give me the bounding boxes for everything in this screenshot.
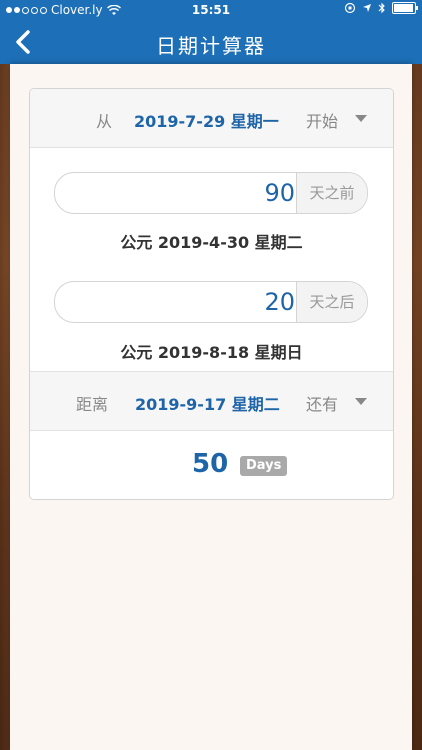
days-before-input-group[interactable]: 90 天之前 (54, 172, 368, 214)
distance-mode-dropdown-icon[interactable] (355, 398, 367, 405)
days-after-input-group[interactable]: 20 天之后 (54, 281, 368, 323)
days-before-input[interactable]: 90 (55, 173, 295, 213)
from-label: 从 (96, 112, 113, 131)
days-after-result: 公元 2019-8-18 星期日 (120, 343, 303, 362)
distance-date[interactable]: 2019-9-17 星期二 (135, 391, 280, 415)
from-mode-select[interactable]: 开始 (306, 108, 338, 132)
from-date-row[interactable]: 从 2019-7-29 星期一 开始 (30, 89, 393, 148)
days-after-suffix: 天之后 (296, 282, 367, 322)
location-icon (363, 4, 371, 12)
distance-label: 距离 (76, 395, 109, 414)
distance-mode-select[interactable]: 还有 (306, 391, 338, 415)
days-before-suffix: 天之前 (296, 173, 367, 213)
page-title: 日期计算器 (156, 34, 266, 58)
status-bar: Clover.ly 15:51 (0, 0, 422, 20)
nav-bar: 日期计算器 (0, 20, 422, 64)
content-sheet: 从 2019-7-29 星期一 开始 90 天之前 公元 2019-4-30 星… (10, 64, 412, 750)
battery-icon (392, 2, 418, 14)
bluetooth-icon (378, 2, 385, 14)
distance-days-value: 50 (192, 449, 229, 479)
days-after-input[interactable]: 20 (55, 282, 295, 322)
orientation-lock-icon (344, 2, 356, 14)
days-unit-badge: Days (240, 456, 288, 476)
status-right-group (344, 2, 418, 14)
from-date[interactable]: 2019-7-29 星期一 (134, 108, 279, 132)
distance-date-row[interactable]: 距离 2019-9-17 星期二 还有 (30, 371, 393, 431)
days-before-result: 公元 2019-4-30 星期二 (120, 233, 303, 252)
from-mode-dropdown-icon[interactable] (355, 115, 367, 122)
distance-result-row: 50 Days (30, 429, 393, 489)
calculator-card: 从 2019-7-29 星期一 开始 90 天之前 公元 2019-4-30 星… (29, 88, 394, 500)
